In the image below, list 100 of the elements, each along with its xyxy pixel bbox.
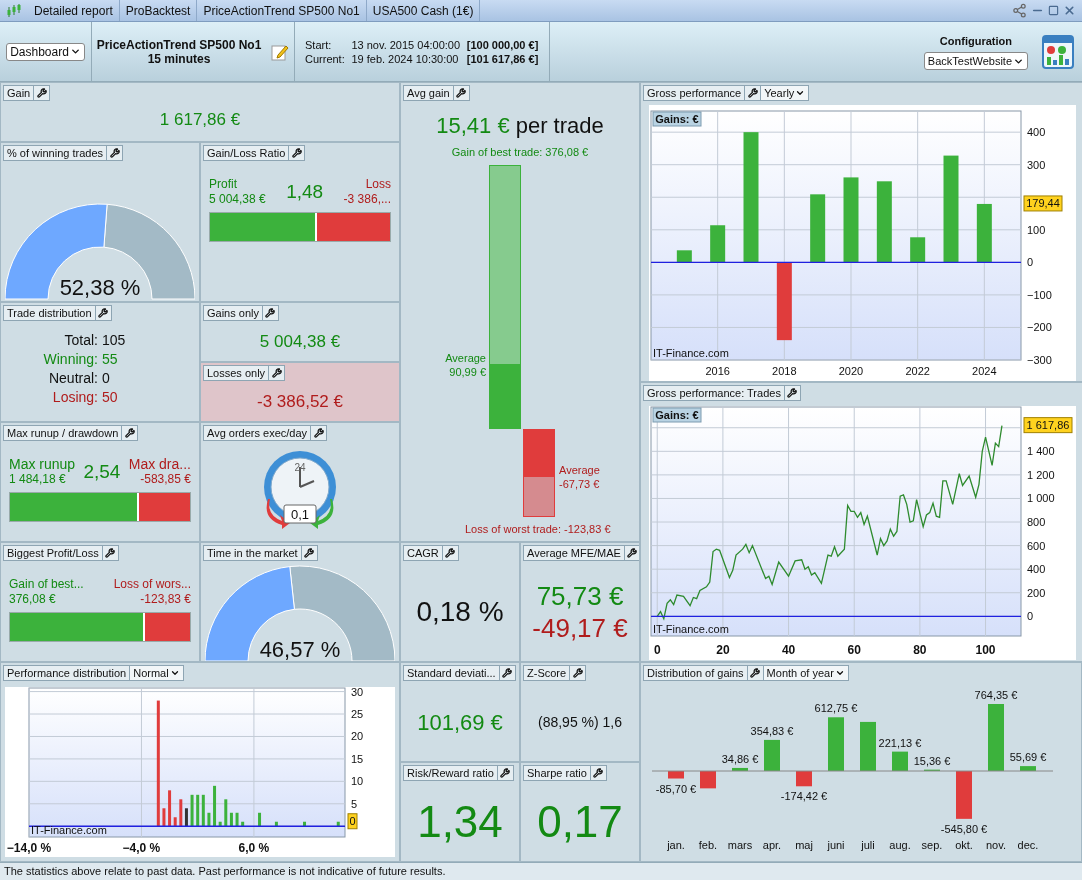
axis-label: aug. bbox=[889, 839, 911, 851]
distribution-label: Losing: bbox=[51, 388, 98, 407]
period-label: Start: bbox=[305, 37, 333, 52]
data-label: 764,35 € bbox=[974, 689, 1018, 701]
ratio-value: 2,54 bbox=[83, 461, 121, 483]
period-date: 19 feb. 2024 10:30:00 bbox=[351, 51, 460, 66]
axis-label: 80 bbox=[913, 643, 927, 657]
configuration-label: Configuration bbox=[939, 33, 1012, 49]
axis-label: 0 bbox=[653, 643, 661, 657]
period-capital: [101 617,86 €] bbox=[466, 51, 539, 66]
period-capital: [100 000,00 €] bbox=[466, 37, 539, 52]
clock-label: 24 bbox=[294, 462, 306, 473]
panel-title: Z-Score bbox=[523, 665, 571, 681]
axis-label: 25 bbox=[351, 708, 364, 721]
axis-label: sep. bbox=[921, 839, 943, 851]
data-label: -85,70 € bbox=[655, 782, 697, 795]
data-label: 34,86 € bbox=[721, 752, 759, 765]
stat-value: 376,08 € bbox=[9, 592, 57, 607]
orders-value: 0,1 bbox=[290, 507, 310, 522]
data-label: 612,75 € bbox=[814, 702, 858, 715]
axis-label: 300 bbox=[1027, 158, 1046, 171]
axis-label: 0 bbox=[1027, 610, 1034, 623]
data-label: -174,42 € bbox=[780, 790, 828, 803]
chart-credit: IT-Finance.com bbox=[653, 623, 729, 635]
gauge-value: 46,57 % bbox=[259, 637, 341, 661]
axis-label: nov. bbox=[986, 839, 1006, 851]
panel-title: Average MFE/MAE bbox=[523, 545, 625, 561]
axis-label: 400 bbox=[1027, 563, 1046, 576]
axis-label: 5 bbox=[351, 797, 358, 810]
axis-label: 400 bbox=[1027, 126, 1046, 139]
panel-title: Gain bbox=[3, 85, 35, 101]
strategy-name: PriceActionTrend SP500 No1 bbox=[96, 37, 262, 52]
axis-label: −200 bbox=[1027, 321, 1052, 334]
distribution-value: 50 bbox=[102, 388, 119, 407]
panel-title: Distribution of gains bbox=[643, 665, 748, 681]
value-badge: 179,44 bbox=[1023, 195, 1063, 212]
period-label: Current: bbox=[305, 51, 346, 66]
axis-label: 100 bbox=[1027, 223, 1046, 236]
stat-value: -583,85 € bbox=[140, 472, 191, 487]
chart-credit: IT-Finance.com bbox=[31, 824, 107, 836]
panel-title: Avg orders exec/day bbox=[203, 425, 312, 441]
series-label: Gains: € bbox=[652, 111, 702, 127]
axis-label: 1 400 bbox=[1027, 445, 1055, 458]
panel-title: Max runup / drawdown bbox=[3, 425, 123, 441]
value-badge: 0 bbox=[347, 813, 358, 830]
data-label: -545,80 € bbox=[940, 822, 988, 835]
axis-label: −300 bbox=[1027, 354, 1052, 366]
stat-value: -123,83 € bbox=[140, 592, 191, 607]
axis-label: 200 bbox=[1027, 586, 1046, 599]
mae-value: -49,17 € bbox=[532, 612, 628, 644]
panel-title: Trade distribution bbox=[3, 305, 96, 321]
axis-label: −4,0 % bbox=[122, 841, 161, 855]
ratio-value: 1,48 bbox=[286, 181, 324, 203]
series-label: Gains: € bbox=[652, 407, 702, 423]
panel-title: Gross performance bbox=[643, 85, 746, 101]
axis-label: 15 bbox=[351, 752, 364, 765]
axis-label: apr. bbox=[762, 839, 782, 851]
mfe-value: 75,73 € bbox=[536, 580, 624, 612]
distribution-value: 105 bbox=[102, 331, 127, 350]
axis-label: 800 bbox=[1027, 516, 1046, 529]
panel-title: Gains only bbox=[203, 305, 263, 321]
risk-reward-value: 1,34 bbox=[417, 796, 503, 848]
stat-label: Loss bbox=[365, 177, 391, 192]
axis-label: 20 bbox=[716, 643, 730, 657]
axis-label: 1 200 bbox=[1027, 468, 1055, 481]
timeframe: 15 minutes bbox=[147, 51, 211, 66]
average-label: Average bbox=[559, 462, 600, 477]
period-date: 13 nov. 2015 04:00:00 bbox=[351, 37, 461, 52]
sharpe-value: 0,17 bbox=[537, 796, 623, 848]
axis-label: okt. bbox=[955, 839, 973, 851]
panel-title: % of winning trades bbox=[3, 145, 107, 161]
axis-label: juni bbox=[827, 839, 845, 851]
gauge-value: 52,38 % bbox=[59, 275, 141, 300]
stat-value: 5 004,38 € bbox=[209, 192, 266, 207]
gain-value: 1 617,86 € bbox=[159, 109, 241, 131]
stat-value: 1 484,18 € bbox=[9, 472, 67, 487]
data-label: 221,13 € bbox=[878, 736, 922, 749]
panel-title: Risk/Reward ratio bbox=[403, 765, 498, 781]
average-value: -67,73 € bbox=[559, 476, 600, 491]
axis-label: 30 bbox=[351, 687, 364, 698]
cagr-value: 0,18 % bbox=[416, 595, 504, 629]
distribution-label: Total: bbox=[63, 331, 98, 350]
panel-title: Losses only bbox=[203, 365, 270, 381]
axis-label: 40 bbox=[781, 643, 796, 657]
data-label: 55,69 € bbox=[1009, 751, 1047, 764]
losses-only-value: -3 386,52 € bbox=[257, 391, 343, 414]
gains-only-value: 5 004,38 € bbox=[259, 331, 341, 354]
stat-label: Loss of wors... bbox=[113, 577, 191, 592]
axis-label: 10 bbox=[351, 775, 364, 788]
panel-title: Performance distribution bbox=[3, 665, 131, 681]
value-badge: 1 617,86 bbox=[1023, 417, 1073, 434]
data-label: 15,36 € bbox=[913, 754, 951, 767]
axis-label: 2016 bbox=[705, 365, 730, 377]
disclaimer-text: The statistics above relate to past data. Past performance is not indicative of future results. bbox=[4, 864, 446, 880]
distribution-label: Winning: bbox=[42, 350, 98, 369]
data-label: 354,83 € bbox=[750, 724, 794, 737]
chart-credit: IT-Finance.com bbox=[653, 347, 729, 359]
axis-label: 2020 bbox=[838, 365, 864, 377]
axis-label: 60 bbox=[847, 643, 861, 657]
std-dev-value: 101,69 € bbox=[417, 708, 503, 737]
